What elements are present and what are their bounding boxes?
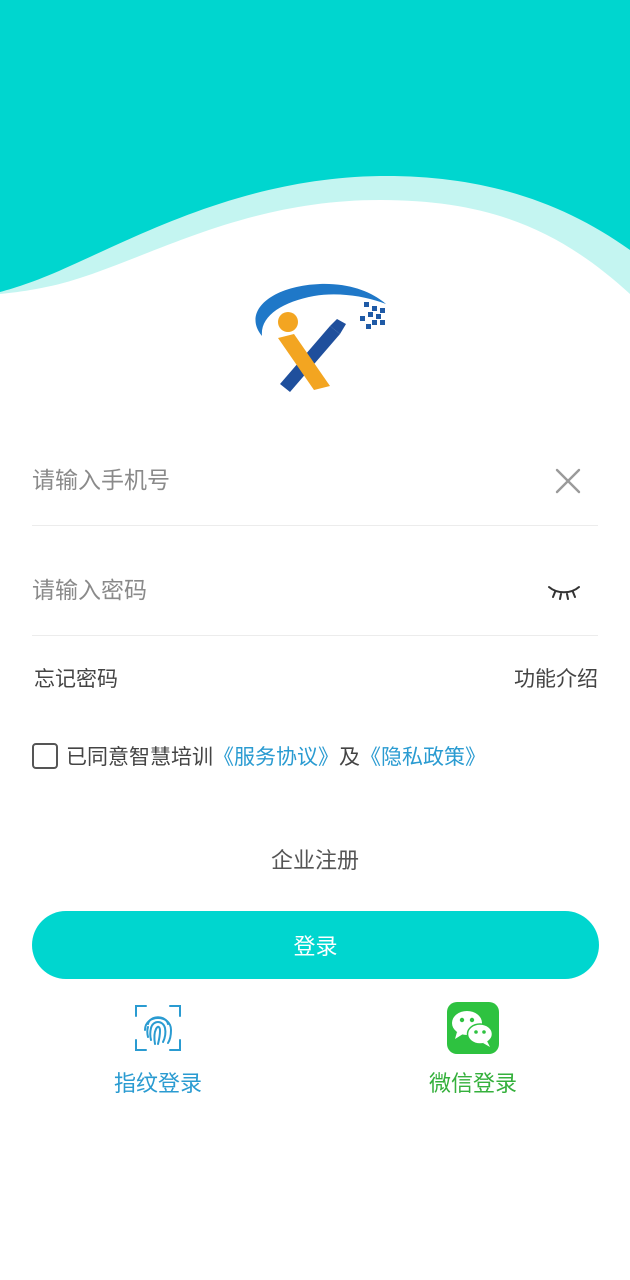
service-agreement-link[interactable]: 《服务协议》 <box>213 741 339 771</box>
fingerprint-login-label: 指纹登录 <box>113 1072 202 1097</box>
password-visibility-toggle[interactable] <box>542 569 586 613</box>
phone-field <box>32 436 598 526</box>
clear-button[interactable] <box>546 459 590 503</box>
forgot-password-link[interactable]: 忘记密码 <box>34 663 118 693</box>
app-logo <box>255 283 386 392</box>
enterprise-register-link[interactable]: 企业注册 <box>271 849 359 874</box>
login-screen: 忘记密码 功能介绍 已同意智慧培训 《服务协议》 及 《隐私政策》 企业注册 登… <box>0 0 630 1280</box>
fingerprint-icon <box>135 1005 181 1051</box>
agreement-checkbox[interactable] <box>32 743 58 769</box>
wechat-login-button[interactable]: 微信登录 <box>393 1000 553 1098</box>
password-input[interactable] <box>32 560 542 621</box>
privacy-policy-link[interactable]: 《隐私政策》 <box>360 741 486 771</box>
feature-intro-link[interactable]: 功能介绍 <box>514 663 598 693</box>
auxiliary-links: 忘记密码 功能介绍 <box>34 660 598 696</box>
login-button[interactable]: 登录 <box>32 911 599 979</box>
eye-closed-icon <box>548 585 580 600</box>
register-row: 企业注册 <box>0 842 630 882</box>
fingerprint-login-button[interactable]: 指纹登录 <box>78 1000 238 1098</box>
header-wave <box>0 0 630 294</box>
wechat-login-label: 微信登录 <box>428 1072 517 1097</box>
agreement-row: 已同意智慧培训 《服务协议》 及 《隐私政策》 <box>32 736 612 776</box>
close-icon <box>555 468 581 493</box>
password-field <box>32 546 598 636</box>
wechat-icon <box>447 1002 499 1054</box>
phone-input[interactable] <box>32 450 546 511</box>
agreement-and: 及 <box>339 745 360 769</box>
agreement-prefix: 已同意智慧培训 <box>66 745 213 769</box>
